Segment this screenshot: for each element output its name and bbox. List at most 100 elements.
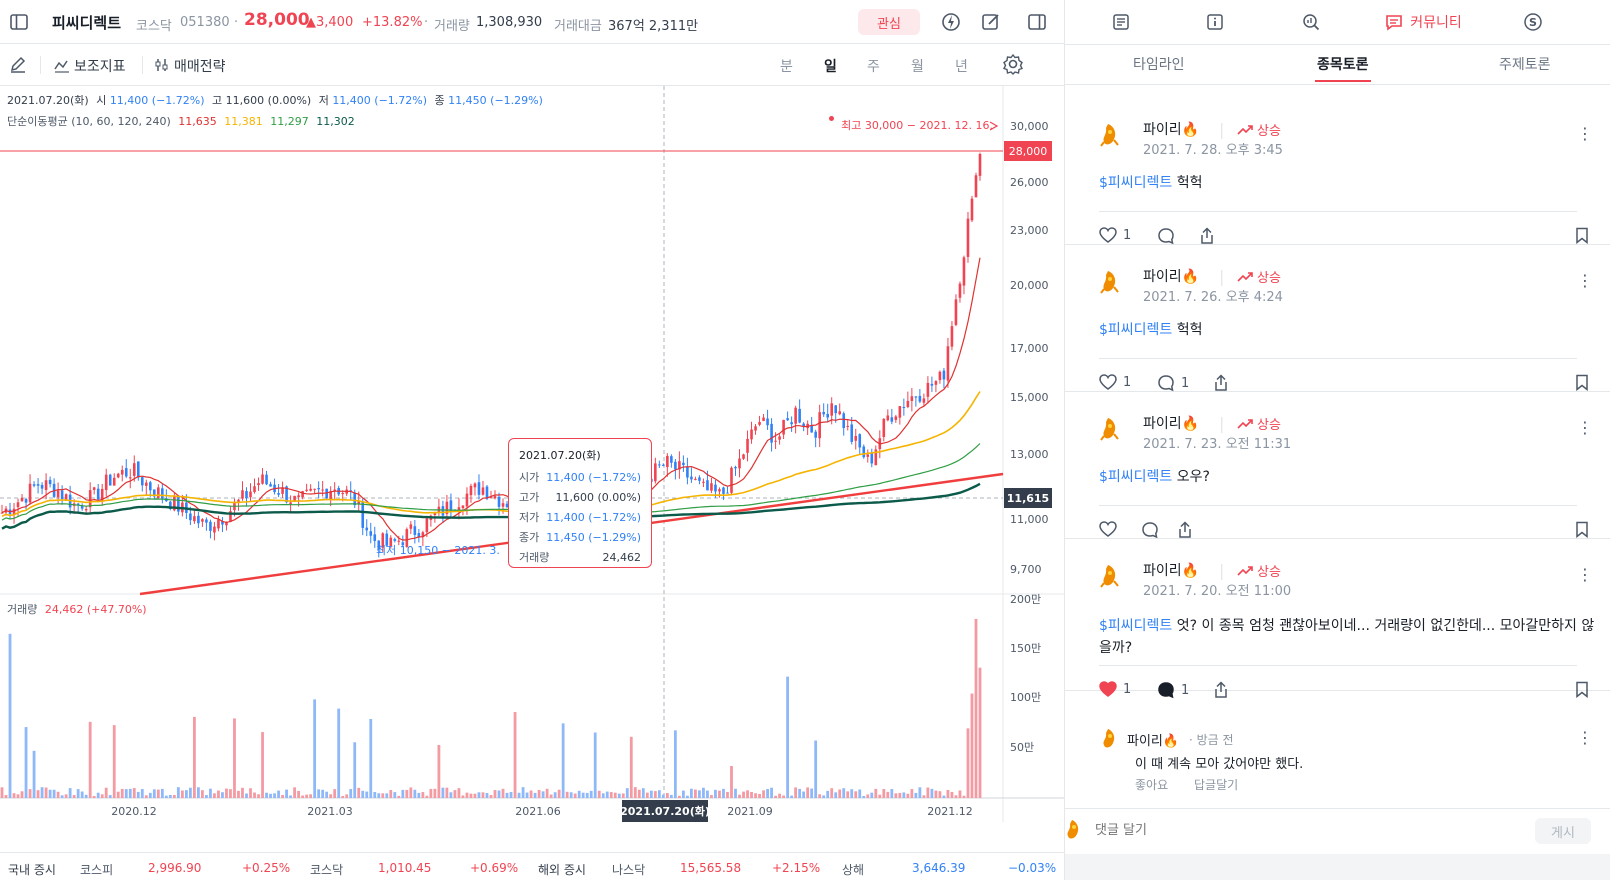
volume-bar — [553, 792, 557, 798]
post-comment-button[interactable]: 게시 — [1535, 818, 1591, 844]
reply-avatar[interactable] — [1099, 727, 1121, 755]
edit-icon[interactable] — [978, 9, 1004, 35]
stock-tag-link[interactable]: $피씨디렉트 — [1099, 175, 1172, 191]
post-item[interactable]: 파이리🔥 | 상승 2021. 7. 23. 오전 11:31 ⋮ $피씨디렉트 오우? — [1065, 392, 1610, 539]
tab-topic-discussion[interactable]: 주제토론 — [1499, 54, 1551, 74]
comment-button[interactable] — [1141, 521, 1165, 539]
candle-body — [313, 488, 316, 490]
share-button[interactable] — [1199, 227, 1215, 245]
bookmark-button[interactable] — [1575, 521, 1589, 538]
draw-pencil-icon[interactable] — [8, 54, 28, 78]
tab-timeline[interactable]: 타임라인 — [1133, 54, 1185, 74]
bookmark-button[interactable] — [1575, 227, 1589, 244]
period-minute[interactable]: 분 — [780, 56, 793, 76]
like-button[interactable]: 1 — [1099, 227, 1131, 243]
candle-body — [441, 506, 445, 516]
watch-button[interactable]: 관심 — [858, 9, 920, 35]
news-tab-icon[interactable] — [1101, 0, 1141, 44]
comment-count: 1 — [1181, 682, 1190, 698]
share-button[interactable] — [1213, 374, 1229, 392]
stock-tag-link[interactable]: $피씨디렉트 — [1099, 618, 1172, 634]
community-tab[interactable]: 커뮤니티 — [1363, 0, 1483, 44]
tab-stock-discussion[interactable]: 종목토론 — [1317, 54, 1369, 74]
post-username[interactable]: 파이리🔥 — [1143, 413, 1199, 433]
volume-bar — [217, 790, 220, 798]
reply-like-button[interactable]: 좋아요 — [1135, 776, 1168, 793]
post-username[interactable]: 파이리🔥 — [1143, 119, 1199, 139]
comment-button[interactable]: 1 — [1157, 374, 1189, 392]
panel-toggle-icon[interactable] — [1024, 9, 1050, 35]
sidebar-toggle-icon[interactable] — [6, 9, 32, 35]
volume-bar — [297, 790, 301, 798]
candle-body — [96, 488, 100, 500]
period-year[interactable]: 년 — [955, 56, 968, 76]
volume-bar — [854, 791, 858, 798]
tooltip-label: 고가 — [519, 491, 540, 504]
like-button[interactable]: 1 — [1099, 681, 1131, 697]
share-button[interactable] — [1213, 681, 1229, 699]
post-username[interactable]: 파이리🔥 — [1143, 266, 1199, 286]
price-tick-label: 30,000 — [1010, 120, 1049, 133]
user-avatar[interactable] — [1099, 416, 1121, 446]
kospi-label[interactable]: 코스피 — [80, 861, 113, 878]
kospi-change: +0.25% — [242, 861, 291, 875]
volume-bar — [369, 718, 373, 798]
post-item[interactable]: 파이리🔥 | 상승 2021. 7. 28. 오후 3:45 ⋮ $피씨디렉트 헉헉 1 — [1065, 98, 1610, 245]
settings-gear-icon[interactable] — [1002, 53, 1024, 79]
like-button[interactable]: 1 — [1099, 374, 1131, 390]
price-change: ▲3,400 — [306, 15, 354, 30]
user-avatar[interactable] — [1099, 563, 1121, 593]
volume-bar — [229, 789, 232, 798]
reply-reply-button[interactable]: 답글달기 — [1194, 776, 1238, 793]
period-month[interactable]: 월 — [911, 56, 924, 76]
period-day[interactable]: 일 — [824, 56, 837, 76]
comment-button[interactable]: 1 — [1157, 681, 1189, 699]
volume-bar — [237, 790, 240, 798]
info-tab-icon[interactable] — [1195, 0, 1235, 44]
dollar-tab-icon[interactable]: S — [1513, 0, 1553, 44]
stock-tag-link[interactable]: $피씨디렉트 — [1099, 322, 1172, 338]
post-more-icon[interactable]: ⋮ — [1577, 271, 1593, 290]
comment-button[interactable] — [1157, 227, 1181, 245]
reply-more-icon[interactable]: ⋮ — [1577, 728, 1593, 747]
nasdaq-label[interactable]: 나스닥 — [612, 861, 645, 878]
strategy-button[interactable]: 매매전략 — [174, 56, 226, 76]
post-more-icon[interactable]: ⋮ — [1577, 418, 1593, 437]
post-content: $피씨디렉트 엇? 이 종목 엄청 괜찮아보이네... 거래량이 없긴한데...… — [1099, 615, 1599, 659]
volume-bar — [609, 792, 613, 798]
reply-username[interactable]: 파이리🔥 — [1127, 730, 1179, 749]
stock-tag-link[interactable]: $피씨디렉트 — [1099, 469, 1172, 485]
analysis-tab-icon[interactable] — [1291, 0, 1331, 44]
post-more-icon[interactable]: ⋮ — [1577, 565, 1593, 584]
indicator-button[interactable]: 보조지표 — [74, 56, 126, 76]
post-item[interactable]: 파이리🔥 | 상승 2021. 7. 20. 오전 11:00 ⋮ $피씨디렉트 엇? 이… — [1065, 539, 1610, 699]
period-week[interactable]: 주 — [867, 56, 880, 76]
price-chart[interactable]: 30,000 26,000 23,000 20,000 17,000 15,000 13,0… — [0, 86, 1064, 822]
post-username[interactable]: 파이리🔥 — [1143, 560, 1199, 580]
user-avatar[interactable] — [1099, 269, 1121, 299]
post-more-icon[interactable]: ⋮ — [1577, 124, 1593, 143]
sentiment-badge: 상승 — [1237, 561, 1281, 580]
bookmark-button[interactable] — [1575, 681, 1589, 698]
share-button[interactable] — [1177, 521, 1193, 539]
volume-bar — [321, 789, 325, 798]
shanghai-label[interactable]: 상해 — [842, 861, 864, 878]
current-price: 28,000 — [244, 10, 310, 30]
candle-body — [782, 419, 785, 435]
comment-input[interactable] — [1095, 816, 1495, 844]
volume-bar — [677, 795, 681, 798]
user-avatar[interactable] — [1099, 122, 1121, 152]
volume-bar — [269, 793, 272, 798]
candle-body — [834, 405, 838, 414]
tooltip-row: 시가 11,400 (−1.72%) — [519, 467, 641, 487]
tooltip-value: 11,450 (−1.29%) — [546, 530, 641, 544]
kosdaq-label[interactable]: 코스닥 — [310, 861, 343, 878]
candle-body — [694, 478, 697, 480]
bookmark-button[interactable] — [1575, 374, 1589, 391]
candle-body — [473, 483, 477, 488]
candle-body — [501, 503, 505, 507]
like-button[interactable] — [1099, 521, 1123, 537]
quick-order-icon[interactable] — [938, 9, 964, 35]
post-item[interactable]: 파이리🔥 | 상승 2021. 7. 26. 오후 4:24 ⋮ $피씨디렉트 헉헉 1 1 — [1065, 245, 1610, 392]
trend-up-icon — [1237, 565, 1253, 576]
